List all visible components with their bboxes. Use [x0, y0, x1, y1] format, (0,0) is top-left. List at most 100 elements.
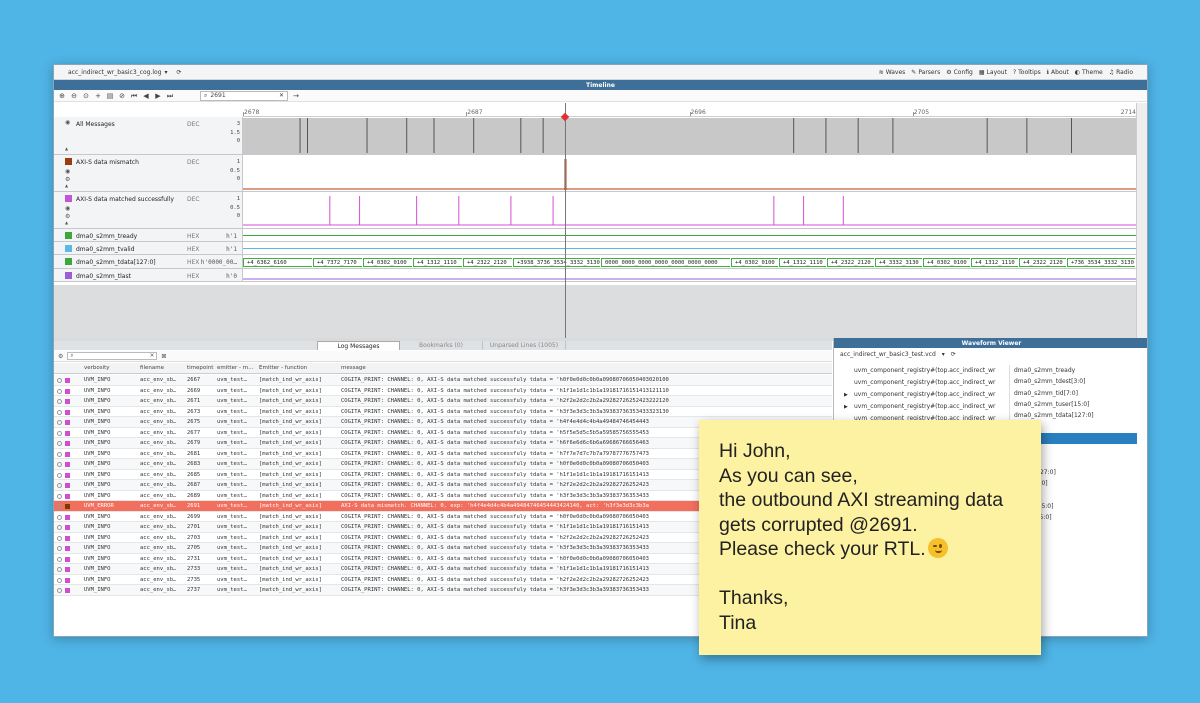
vcd-file-selector[interactable]: acc_indirect_wr_basic3_test.vcd ▾ ⟳	[840, 351, 956, 358]
log-filter-input[interactable]: ⌕ ✕	[67, 352, 158, 360]
log-row[interactable]: UVM_INFO acc_env_sb… 2669 uvm_test… [match_i…	[54, 386, 832, 396]
signal-list-item[interactable]: dma0_s2mm_tid[7:0]	[1010, 388, 1137, 399]
tree-item[interactable]: uvm_component_registry#(top.acc_indirect…	[840, 365, 1005, 377]
log-row[interactable]: UVM_INFO acc_env_sb… 2667 uvm_test… [match_i…	[54, 375, 832, 386]
bookmark-toggle[interactable]	[57, 556, 62, 562]
bookmark-toggle[interactable]	[57, 546, 62, 551]
collapse-icon[interactable]: ▲	[65, 146, 68, 151]
bookmark-toggle[interactable]	[57, 409, 62, 415]
column-header[interactable]: filename	[140, 365, 164, 371]
clear-icon[interactable]: ✕	[150, 353, 155, 359]
refresh-icon[interactable]: ⟳	[177, 69, 182, 76]
settings-icon[interactable]: ⊘	[118, 91, 126, 101]
signal-format[interactable]: HEX	[187, 246, 199, 253]
bookmark-toggle[interactable]	[57, 388, 62, 394]
clear-icon[interactable]: ✕	[279, 92, 284, 99]
menu-item-theme[interactable]: ◐ Theme	[1075, 69, 1103, 76]
last-icon[interactable]: ⏭	[166, 91, 174, 101]
gear-icon[interactable]: ⚙	[65, 213, 70, 220]
settings-icon[interactable]: ⚙	[58, 353, 63, 360]
signal-list-item[interactable]: dma0_s2mm_tuser[15:0]	[1010, 399, 1137, 410]
eye-icon[interactable]: ◉	[65, 119, 70, 126]
eye-icon[interactable]: ◉	[65, 168, 70, 175]
signal-format[interactable]: DEC	[187, 196, 200, 203]
bookmark-toggle[interactable]	[57, 378, 62, 383]
signal-list-item[interactable]: dma0_s2mm_tready	[1010, 365, 1137, 376]
gear-icon[interactable]: ⚙	[65, 176, 70, 183]
signal-label[interactable]: ◉ All Messages DEC 3 1.5 0 ▲	[54, 117, 243, 154]
tree-item[interactable]: uvm_component_registry#(top.acc_indirect…	[840, 377, 1005, 389]
signal-list-item[interactable]: dma0_s2mm_tdest[3:0]	[1010, 376, 1137, 387]
expand-icon[interactable]: ▶	[844, 401, 848, 413]
log-file-selector[interactable]: acc_indirect_wr_basic3_cog.log ▾ ⟳	[68, 69, 182, 76]
column-header[interactable]: timepoint	[187, 365, 213, 371]
bookmark-toggle[interactable]	[57, 504, 62, 509]
bookmark-toggle[interactable]	[57, 588, 62, 593]
bookmark-toggle[interactable]	[57, 577, 62, 583]
signal-label[interactable]: dma0_s2mm_tdata[127:0] HEX h'0000_00…	[54, 255, 243, 268]
prev-icon[interactable]: ◀	[142, 91, 150, 101]
zoom-in-icon[interactable]: ⊕	[58, 91, 66, 101]
bookmark-toggle[interactable]	[57, 430, 62, 436]
add-icon[interactable]: +	[94, 91, 102, 101]
next-icon[interactable]: ▶	[154, 91, 162, 101]
signal-label[interactable]: dma0_s2mm_tready HEX h'1	[54, 229, 243, 241]
time-search-input[interactable]: ⌕ 2691 ✕	[200, 90, 288, 101]
menu-item-parsers[interactable]: ✎ Parsers	[911, 69, 940, 76]
menu-item-layout[interactable]: ▦ Layout	[979, 69, 1007, 76]
tree-item[interactable]: ▶ uvm_component_registry#(top.acc_indirec…	[840, 389, 1005, 401]
signal-format[interactable]: HEX	[187, 259, 199, 266]
eye-icon[interactable]: ◉	[65, 205, 70, 212]
color-swatch[interactable]	[65, 245, 72, 252]
column-header[interactable]: message	[341, 365, 366, 371]
color-swatch[interactable]	[65, 195, 72, 202]
color-swatch[interactable]	[65, 232, 72, 239]
color-swatch[interactable]	[65, 258, 72, 265]
time-cursor[interactable]	[565, 103, 567, 338]
bookmark-toggle[interactable]	[57, 472, 62, 478]
column-header[interactable]: Emitter - function	[259, 365, 307, 371]
bookmark-toggle[interactable]	[57, 441, 62, 446]
tab-log[interactable]: Log Messages	[317, 341, 400, 350]
tree-item[interactable]: ▶ uvm_component_registry#(top.acc_indirec…	[840, 401, 1005, 413]
trash-icon[interactable]: ▤	[106, 91, 114, 101]
bookmark-toggle[interactable]	[57, 451, 62, 457]
bookmark-toggle[interactable]	[57, 420, 62, 425]
expand-icon[interactable]: ▶	[844, 389, 848, 401]
menu-item-radio[interactable]: ♫ Radio	[1109, 69, 1133, 76]
bookmark-toggle[interactable]	[57, 525, 62, 530]
menu-item-waves[interactable]: ≋ Waves	[879, 69, 906, 76]
bookmark-toggle[interactable]	[57, 399, 62, 404]
filter-clear-icon[interactable]: ⊠	[161, 353, 166, 360]
color-swatch[interactable]	[65, 272, 72, 279]
signal-label[interactable]: AXI-S data mismatch DEC 1 0.5 0 ◉ ⚙ ▲	[54, 155, 243, 191]
signal-format[interactable]: DEC	[187, 159, 200, 166]
zoom-fit-icon[interactable]: ⊙	[82, 91, 90, 101]
signal-format[interactable]: HEX	[187, 233, 199, 240]
menu-item-config[interactable]: ⚙ Config	[946, 69, 973, 76]
timeline-scrollbar[interactable]	[1136, 103, 1147, 338]
signal-label[interactable]: AXI-S data matched successfully DEC 1 0.5 0 ◉…	[54, 192, 243, 228]
zoom-out-icon[interactable]: ⊖	[70, 91, 78, 101]
collapse-icon[interactable]: ▲	[65, 183, 68, 188]
log-row[interactable]: UVM_INFO acc_env_sb… 2671 uvm_test… [match_i…	[54, 396, 832, 407]
go-arrow-icon[interactable]: →	[292, 91, 300, 101]
menu-item-tooltips[interactable]: ? Tooltips	[1013, 69, 1041, 76]
log-row[interactable]: UVM_INFO acc_env_sb… 2673 uvm_test… [match_i…	[54, 407, 832, 417]
bookmark-toggle[interactable]	[57, 462, 62, 467]
column-header[interactable]: emitter - m…	[217, 365, 254, 371]
bookmark-toggle[interactable]	[57, 514, 62, 520]
signal-format[interactable]: HEX	[187, 273, 199, 280]
refresh-icon[interactable]: ⟳	[951, 351, 956, 358]
signal-label[interactable]: dma0_s2mm_tvalid HEX h'1	[54, 242, 243, 254]
tab-unparsed[interactable]: Unparsed Lines (1005)	[483, 341, 566, 350]
color-swatch[interactable]	[65, 158, 72, 165]
menu-item-about[interactable]: ℹ About	[1047, 69, 1069, 76]
bookmark-toggle[interactable]	[57, 483, 62, 488]
first-icon[interactable]: ⏮	[130, 91, 138, 101]
column-header[interactable]: verbosity	[84, 365, 110, 371]
bookmark-toggle[interactable]	[57, 567, 62, 572]
signal-label[interactable]: dma0_s2mm_tlast HEX h'0	[54, 269, 243, 281]
signal-format[interactable]: DEC	[187, 121, 200, 128]
bookmark-toggle[interactable]	[57, 493, 62, 499]
